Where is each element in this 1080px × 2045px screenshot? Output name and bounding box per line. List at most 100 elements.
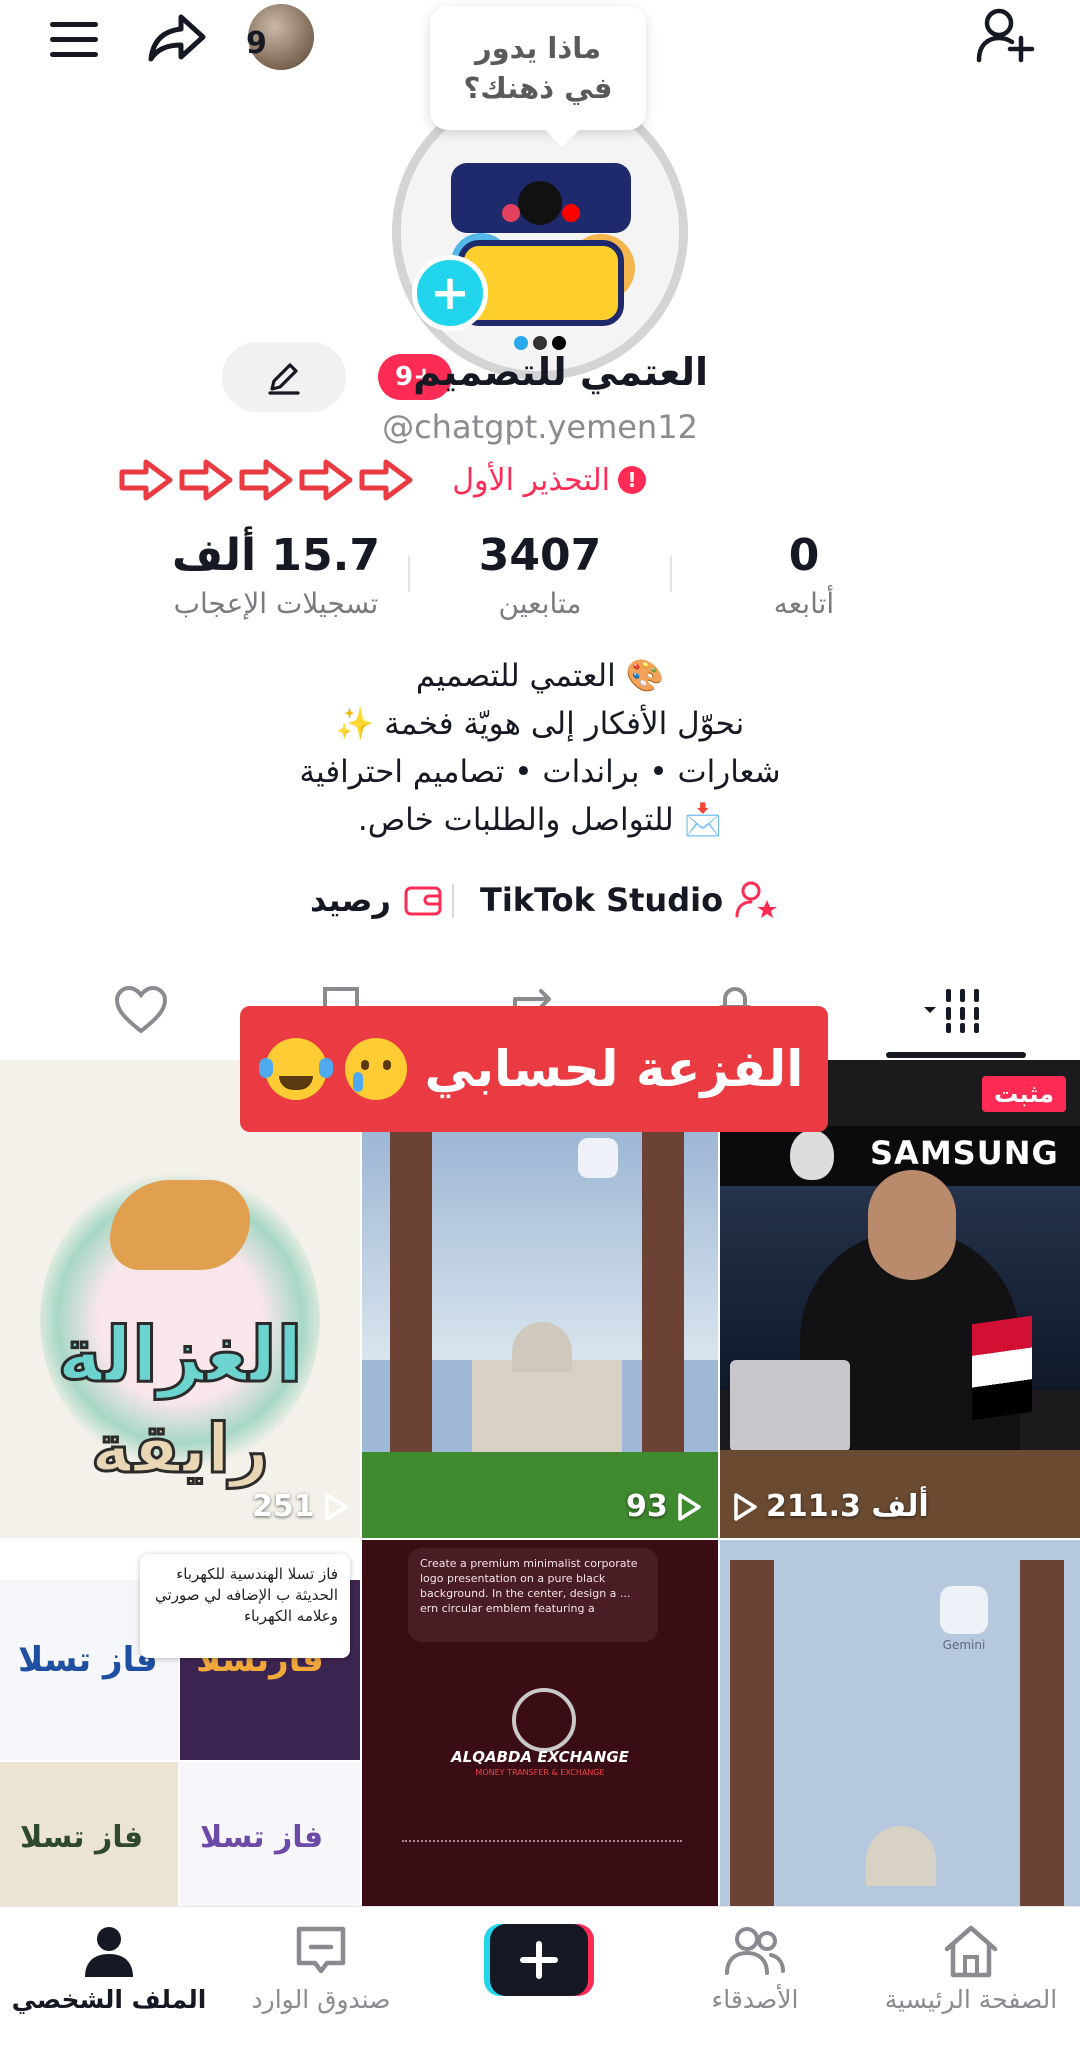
samsung-logo: SAMSUNG bbox=[870, 1134, 1059, 1172]
share-icon[interactable] bbox=[144, 8, 210, 68]
menu-icon[interactable] bbox=[44, 12, 104, 68]
heart-icon bbox=[114, 985, 168, 1034]
create-button[interactable] bbox=[484, 1924, 594, 1996]
tiktok-studio-label: TikTok Studio bbox=[480, 881, 724, 919]
video-tile[interactable]: Create a premium minimalist corporate lo… bbox=[362, 1540, 718, 1906]
profile-handle: @chatgpt.yemen12 bbox=[382, 408, 698, 446]
warning-arrow bbox=[179, 459, 233, 501]
exchange-logo-title: ALQABDA EXCHANGE bbox=[451, 1748, 629, 1766]
friends-icon bbox=[725, 1927, 785, 1975]
nav-friends-label: الأصدقاء bbox=[711, 1985, 799, 2014]
following-label: أتابعه bbox=[773, 587, 835, 620]
home-icon bbox=[944, 1925, 998, 1978]
plus-icon bbox=[490, 1924, 588, 1996]
stat-likes[interactable]: 15.7 ألف تسجيلات الإعجاب bbox=[156, 528, 396, 624]
warning-arrow bbox=[239, 459, 293, 501]
warning-arrow bbox=[119, 459, 173, 501]
mosque-dome bbox=[866, 1826, 936, 1886]
artwork-subtitle: رايقة bbox=[89, 1409, 270, 1491]
view-count: 251 bbox=[252, 1489, 349, 1524]
stat-followers[interactable]: 3407 متابعين bbox=[420, 528, 660, 624]
warning-arrow bbox=[299, 459, 353, 501]
logo-text: فاز تسلا bbox=[18, 1640, 158, 1680]
video-grid-icon bbox=[924, 989, 979, 1033]
tab-videos[interactable] bbox=[880, 960, 1030, 1060]
inbox-icon bbox=[296, 1926, 346, 1974]
story-count: 9 bbox=[246, 26, 267, 61]
edit-profile-button[interactable] bbox=[222, 342, 346, 412]
nav-profile[interactable]: الملف الشخصي bbox=[11, 1923, 207, 2033]
profile-icon bbox=[85, 1927, 133, 1977]
overlay-text: الفزعة لحسابي bbox=[424, 1040, 804, 1098]
logo-text: فاز تسلا bbox=[200, 1820, 324, 1855]
warning-arrow bbox=[359, 459, 413, 501]
warning-arrows bbox=[116, 456, 416, 504]
wallet-icon bbox=[404, 886, 442, 916]
bio-line: 🎨 العتمي للتصميم bbox=[415, 658, 665, 694]
tiktok-studio-link[interactable]: TikTok Studio bbox=[480, 872, 779, 928]
followers-count: 3407 bbox=[478, 530, 602, 581]
add-friend-icon[interactable] bbox=[972, 4, 1038, 66]
artwork-title: الغزالة bbox=[56, 1309, 304, 1401]
view-count: 93 bbox=[626, 1489, 702, 1524]
nav-home-label: الصفحة الرئيسية bbox=[884, 1985, 1058, 2014]
followers-label: متابعين bbox=[498, 587, 582, 620]
video-tile[interactable]: Gemini bbox=[720, 1540, 1080, 1906]
stat-following[interactable]: 0 أتابعه bbox=[684, 528, 924, 624]
play-icon bbox=[324, 1492, 348, 1521]
tears-of-joy-icon bbox=[258, 1038, 333, 1100]
nav-friends[interactable]: الأصدقاء bbox=[660, 1923, 850, 2033]
link-divider bbox=[452, 884, 454, 918]
profile-name: العتمي للتصميم bbox=[413, 350, 708, 394]
add-story-button[interactable]: + bbox=[412, 255, 488, 331]
prompt-card: Create a premium minimalist corporate lo… bbox=[408, 1548, 658, 1642]
mosque-building bbox=[472, 1360, 622, 1460]
alert-icon: ! bbox=[618, 466, 646, 494]
profile-bio: 🎨 العتمي للتصميم نحوّل الأفكار إلى هويّة… bbox=[150, 652, 930, 844]
stat-divider bbox=[408, 556, 410, 592]
laptop bbox=[730, 1360, 850, 1452]
man-face bbox=[868, 1170, 956, 1280]
balance-label: رصيد bbox=[310, 881, 391, 919]
tab-liked[interactable] bbox=[66, 960, 216, 1060]
nav-profile-label: الملف الشخصي bbox=[11, 1985, 207, 2014]
gemini-icon bbox=[940, 1586, 988, 1634]
thought-bubble[interactable]: ماذا يدور في ذهنك؟ bbox=[430, 6, 646, 130]
bio-line: نحوّل الأفكار إلى هويّة فخمة ✨ bbox=[335, 706, 745, 742]
pinned-badge: مثبت bbox=[982, 1076, 1066, 1112]
pencil-icon bbox=[268, 363, 300, 395]
following-count: 0 bbox=[788, 530, 820, 581]
nav-home[interactable]: الصفحة الرئيسية bbox=[876, 1923, 1066, 2033]
active-tab-indicator bbox=[886, 1052, 1026, 1058]
comment-text: فاز تسلا الهندسية للكهرباء الحديثة ب الإ… bbox=[155, 1565, 338, 1625]
minaret-right bbox=[1020, 1560, 1064, 1906]
play-icon bbox=[678, 1492, 701, 1521]
minaret-left bbox=[730, 1560, 774, 1906]
prompt-text: Create a premium minimalist corporate lo… bbox=[420, 1557, 638, 1615]
warning-row[interactable]: ! التحذير الأول bbox=[116, 454, 646, 506]
stat-divider bbox=[670, 556, 672, 592]
nav-inbox[interactable]: صندوق الوارد bbox=[226, 1923, 416, 2033]
exchange-logo-mark bbox=[512, 1688, 576, 1752]
video-tile[interactable]: فاز تسلا فارنسلا فاز تسلا فاز تسلا فاز ت… bbox=[0, 1540, 360, 1906]
action-icons-row bbox=[402, 1840, 682, 1846]
view-count: 211.3 ألف bbox=[732, 1489, 929, 1524]
apple-icon bbox=[790, 1130, 834, 1180]
minaret-left bbox=[390, 1130, 432, 1460]
gazelle-illustration bbox=[110, 1180, 250, 1270]
overlay-banner: الفزعة لحسابي bbox=[240, 1006, 828, 1132]
gemini-icon bbox=[578, 1138, 618, 1178]
creator-star-icon bbox=[735, 881, 778, 918]
likes-label: تسجيلات الإعجاب bbox=[173, 587, 379, 620]
comment-card: فاز تسلا الهندسية للكهرباء الحديثة ب الإ… bbox=[140, 1554, 350, 1658]
minaret-right bbox=[642, 1130, 684, 1460]
play-icon bbox=[734, 1492, 757, 1521]
warning-label: ! التحذير الأول bbox=[452, 454, 646, 506]
logo-text: فاز تسلا bbox=[20, 1820, 144, 1855]
bio-line: شعارات • براندات • تصاميم احترافية bbox=[299, 754, 781, 790]
crying-face-icon bbox=[344, 1038, 407, 1100]
yemen-flag bbox=[972, 1315, 1032, 1421]
balance-link[interactable]: رصيد bbox=[310, 872, 443, 928]
exchange-logo-subtitle: MONEY TRANSFER & EXCHANGE bbox=[475, 1768, 605, 1777]
likes-count: 15.7 ألف bbox=[172, 530, 380, 581]
